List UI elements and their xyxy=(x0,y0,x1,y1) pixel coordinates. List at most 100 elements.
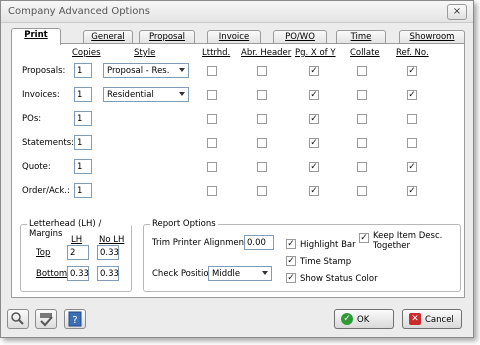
ok-label: OK xyxy=(357,315,370,325)
pos-copies-input[interactable]: 1 xyxy=(74,111,92,126)
tab-time[interactable]: Time xyxy=(336,30,386,44)
abc-check-icon xyxy=(40,313,53,327)
row-label-quote: Quote: xyxy=(22,162,51,172)
invoices-lttrhd-checkbox[interactable] xyxy=(207,90,217,100)
tab-invoice[interactable]: Invoice xyxy=(207,30,261,44)
help-button[interactable]: ? xyxy=(64,309,86,329)
lh-header: LH xyxy=(71,235,83,245)
tab-strip: Print General Proposal Invoice PO/WO Tim… xyxy=(11,28,465,45)
time-stamp-label: Time Stamp xyxy=(300,257,352,267)
magnifier-icon xyxy=(11,312,24,325)
spellcheck-button[interactable] xyxy=(35,309,57,329)
proposals-abr-checkbox[interactable] xyxy=(257,66,267,76)
tab-print[interactable]: Print xyxy=(11,28,61,45)
row-label-statements: Statements: xyxy=(22,138,75,148)
invoices-ref-checkbox[interactable]: ✓ xyxy=(407,90,417,100)
highlight-bar-label: Highlight Bar xyxy=(300,240,356,250)
top-lh-input[interactable]: 2 xyxy=(67,245,89,260)
pos-ref-checkbox[interactable] xyxy=(407,114,417,124)
pos-pg-checkbox[interactable]: ✓ xyxy=(309,114,319,124)
statements-abr-checkbox[interactable] xyxy=(257,138,267,148)
statements-lttrhd-checkbox[interactable] xyxy=(207,138,217,148)
title-bar: Company Advanced Options × xyxy=(1,1,473,23)
keep-item-label-1: Keep Item Desc. xyxy=(373,231,443,241)
invoices-pg-checkbox[interactable]: ✓ xyxy=(309,90,319,100)
bottom-label: Bottom xyxy=(36,269,68,279)
trim-input[interactable]: 0.00 xyxy=(244,235,274,250)
statements-ref-checkbox[interactable] xyxy=(407,138,417,148)
chevron-down-icon xyxy=(179,68,185,72)
col-style: Style xyxy=(134,48,156,58)
invoices-style-value: Residential xyxy=(107,90,154,100)
tab-showroom[interactable]: Showroom xyxy=(399,30,465,44)
col-pg-x-of-y: Pg. X of Y xyxy=(295,48,336,58)
order-ack-lttrhd-checkbox[interactable] xyxy=(207,186,217,196)
col-copies: Copies xyxy=(72,48,101,58)
tab-proposal[interactable]: Proposal xyxy=(139,30,195,44)
chevron-down-icon xyxy=(179,92,185,96)
order-ack-collate-checkbox[interactable] xyxy=(357,186,367,196)
quote-pg-checkbox[interactable]: ✓ xyxy=(309,162,319,172)
proposals-copies-input[interactable]: 1 xyxy=(74,63,92,78)
statements-copies-input[interactable]: 1 xyxy=(74,135,92,150)
tab-showroom-label: Showroom xyxy=(409,32,455,42)
order-ack-ref-checkbox[interactable]: ✓ xyxy=(407,186,417,196)
row-label-order-ack: Order/Ack.: xyxy=(22,186,70,196)
row-label-proposals: Proposals: xyxy=(22,66,66,76)
col-collate: Collate xyxy=(350,48,380,58)
window-title: Company Advanced Options xyxy=(8,6,150,17)
cancel-icon: ✕ xyxy=(409,313,421,325)
chevron-down-icon xyxy=(262,271,268,275)
invoices-style-select[interactable]: Residential xyxy=(103,87,189,102)
show-status-checkbox[interactable]: ✓ xyxy=(286,273,296,283)
top-label: Top xyxy=(36,248,51,258)
pos-lttrhd-checkbox[interactable] xyxy=(207,114,217,124)
proposals-pg-checkbox[interactable]: ✓ xyxy=(309,66,319,76)
time-stamp-checkbox[interactable]: ✓ xyxy=(286,256,296,266)
print-panel: Copies Style Lttrhd. Abr. Header Pg. X o… xyxy=(11,43,465,298)
check-position-select[interactable]: Middle xyxy=(208,266,272,281)
check-position-value: Middle xyxy=(212,269,241,279)
pos-collate-checkbox[interactable] xyxy=(357,114,367,124)
tab-print-label: Print xyxy=(24,30,48,40)
keep-item-label-2: Together xyxy=(373,241,411,251)
proposals-style-select[interactable]: Proposal - Res. xyxy=(103,63,189,78)
ok-icon: ✓ xyxy=(341,313,353,325)
highlight-bar-checkbox[interactable]: ✓ xyxy=(286,239,296,249)
bottom-lh-input[interactable]: 0.33 xyxy=(67,266,89,281)
order-ack-copies-input[interactable]: 1 xyxy=(74,183,92,198)
cancel-button[interactable]: ✕ Cancel xyxy=(402,309,462,329)
cancel-label: Cancel xyxy=(425,315,454,325)
row-label-pos: POs: xyxy=(22,114,42,124)
quote-ref-checkbox[interactable]: ✓ xyxy=(407,162,417,172)
order-ack-abr-checkbox[interactable] xyxy=(257,186,267,196)
proposals-ref-checkbox[interactable]: ✓ xyxy=(407,66,417,76)
check-position-label: Check Position xyxy=(152,269,214,279)
quote-collate-checkbox[interactable] xyxy=(357,162,367,172)
show-status-label: Show Status Color xyxy=(300,274,378,284)
invoices-collate-checkbox[interactable] xyxy=(357,90,367,100)
row-label-invoices: Invoices: xyxy=(22,90,60,100)
close-button[interactable]: × xyxy=(447,4,467,20)
quote-lttrhd-checkbox[interactable] xyxy=(207,162,217,172)
report-options-title: Report Options xyxy=(150,219,218,229)
tab-powo[interactable]: PO/WO xyxy=(273,30,327,44)
ok-button[interactable]: ✓ OK xyxy=(334,309,394,329)
statements-pg-checkbox[interactable]: ✓ xyxy=(309,138,319,148)
keep-item-checkbox[interactable]: ✓ xyxy=(359,233,369,243)
order-ack-pg-checkbox[interactable]: ✓ xyxy=(309,186,319,196)
proposals-lttrhd-checkbox[interactable] xyxy=(207,66,217,76)
letterhead-group: Letterhead (LH) / Margins LH No LH Top 2… xyxy=(20,219,132,292)
tab-general[interactable]: General xyxy=(83,30,133,44)
statements-collate-checkbox[interactable] xyxy=(357,138,367,148)
bottom-nolh-input[interactable]: 0.33 xyxy=(97,266,119,281)
proposals-collate-checkbox[interactable] xyxy=(357,66,367,76)
quote-abr-checkbox[interactable] xyxy=(257,162,267,172)
invoices-copies-input[interactable]: 1 xyxy=(74,87,92,102)
invoices-abr-checkbox[interactable] xyxy=(257,90,267,100)
svg-text:?: ? xyxy=(72,315,77,326)
pos-abr-checkbox[interactable] xyxy=(257,114,267,124)
top-nolh-input[interactable]: 0.33 xyxy=(97,245,119,260)
quote-copies-input[interactable]: 1 xyxy=(74,159,92,174)
search-button[interactable] xyxy=(7,309,29,329)
